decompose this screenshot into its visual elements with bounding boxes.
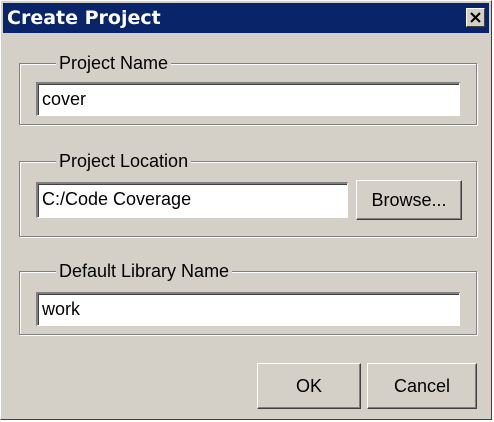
close-button[interactable] [466, 8, 485, 27]
project-location-group: Project Location C:/Code Coverage Browse… [19, 151, 477, 237]
window-title: Create Project [7, 7, 161, 29]
title-bar[interactable]: Create Project [3, 3, 489, 33]
close-icon [470, 12, 481, 23]
cancel-button[interactable]: Cancel [367, 363, 477, 409]
library-group: Default Library Name work [19, 261, 477, 335]
project-name-group: Project Name cover [19, 53, 477, 125]
project-location-value: C:/Code Coverage [42, 189, 192, 209]
project-name-value: cover [42, 89, 87, 109]
project-name-label: Project Name [56, 53, 172, 73]
library-name-input[interactable]: work [36, 292, 460, 326]
create-project-dialog: Create Project Project Name cover Projec… [0, 0, 492, 420]
library-name-value: work [42, 299, 81, 319]
ok-button[interactable]: OK [257, 363, 361, 409]
library-label: Default Library Name [56, 261, 233, 281]
project-location-label: Project Location [56, 151, 192, 171]
browse-button[interactable]: Browse... [356, 180, 462, 220]
project-name-input[interactable]: cover [36, 82, 460, 116]
project-location-input[interactable]: C:/Code Coverage [36, 182, 348, 218]
